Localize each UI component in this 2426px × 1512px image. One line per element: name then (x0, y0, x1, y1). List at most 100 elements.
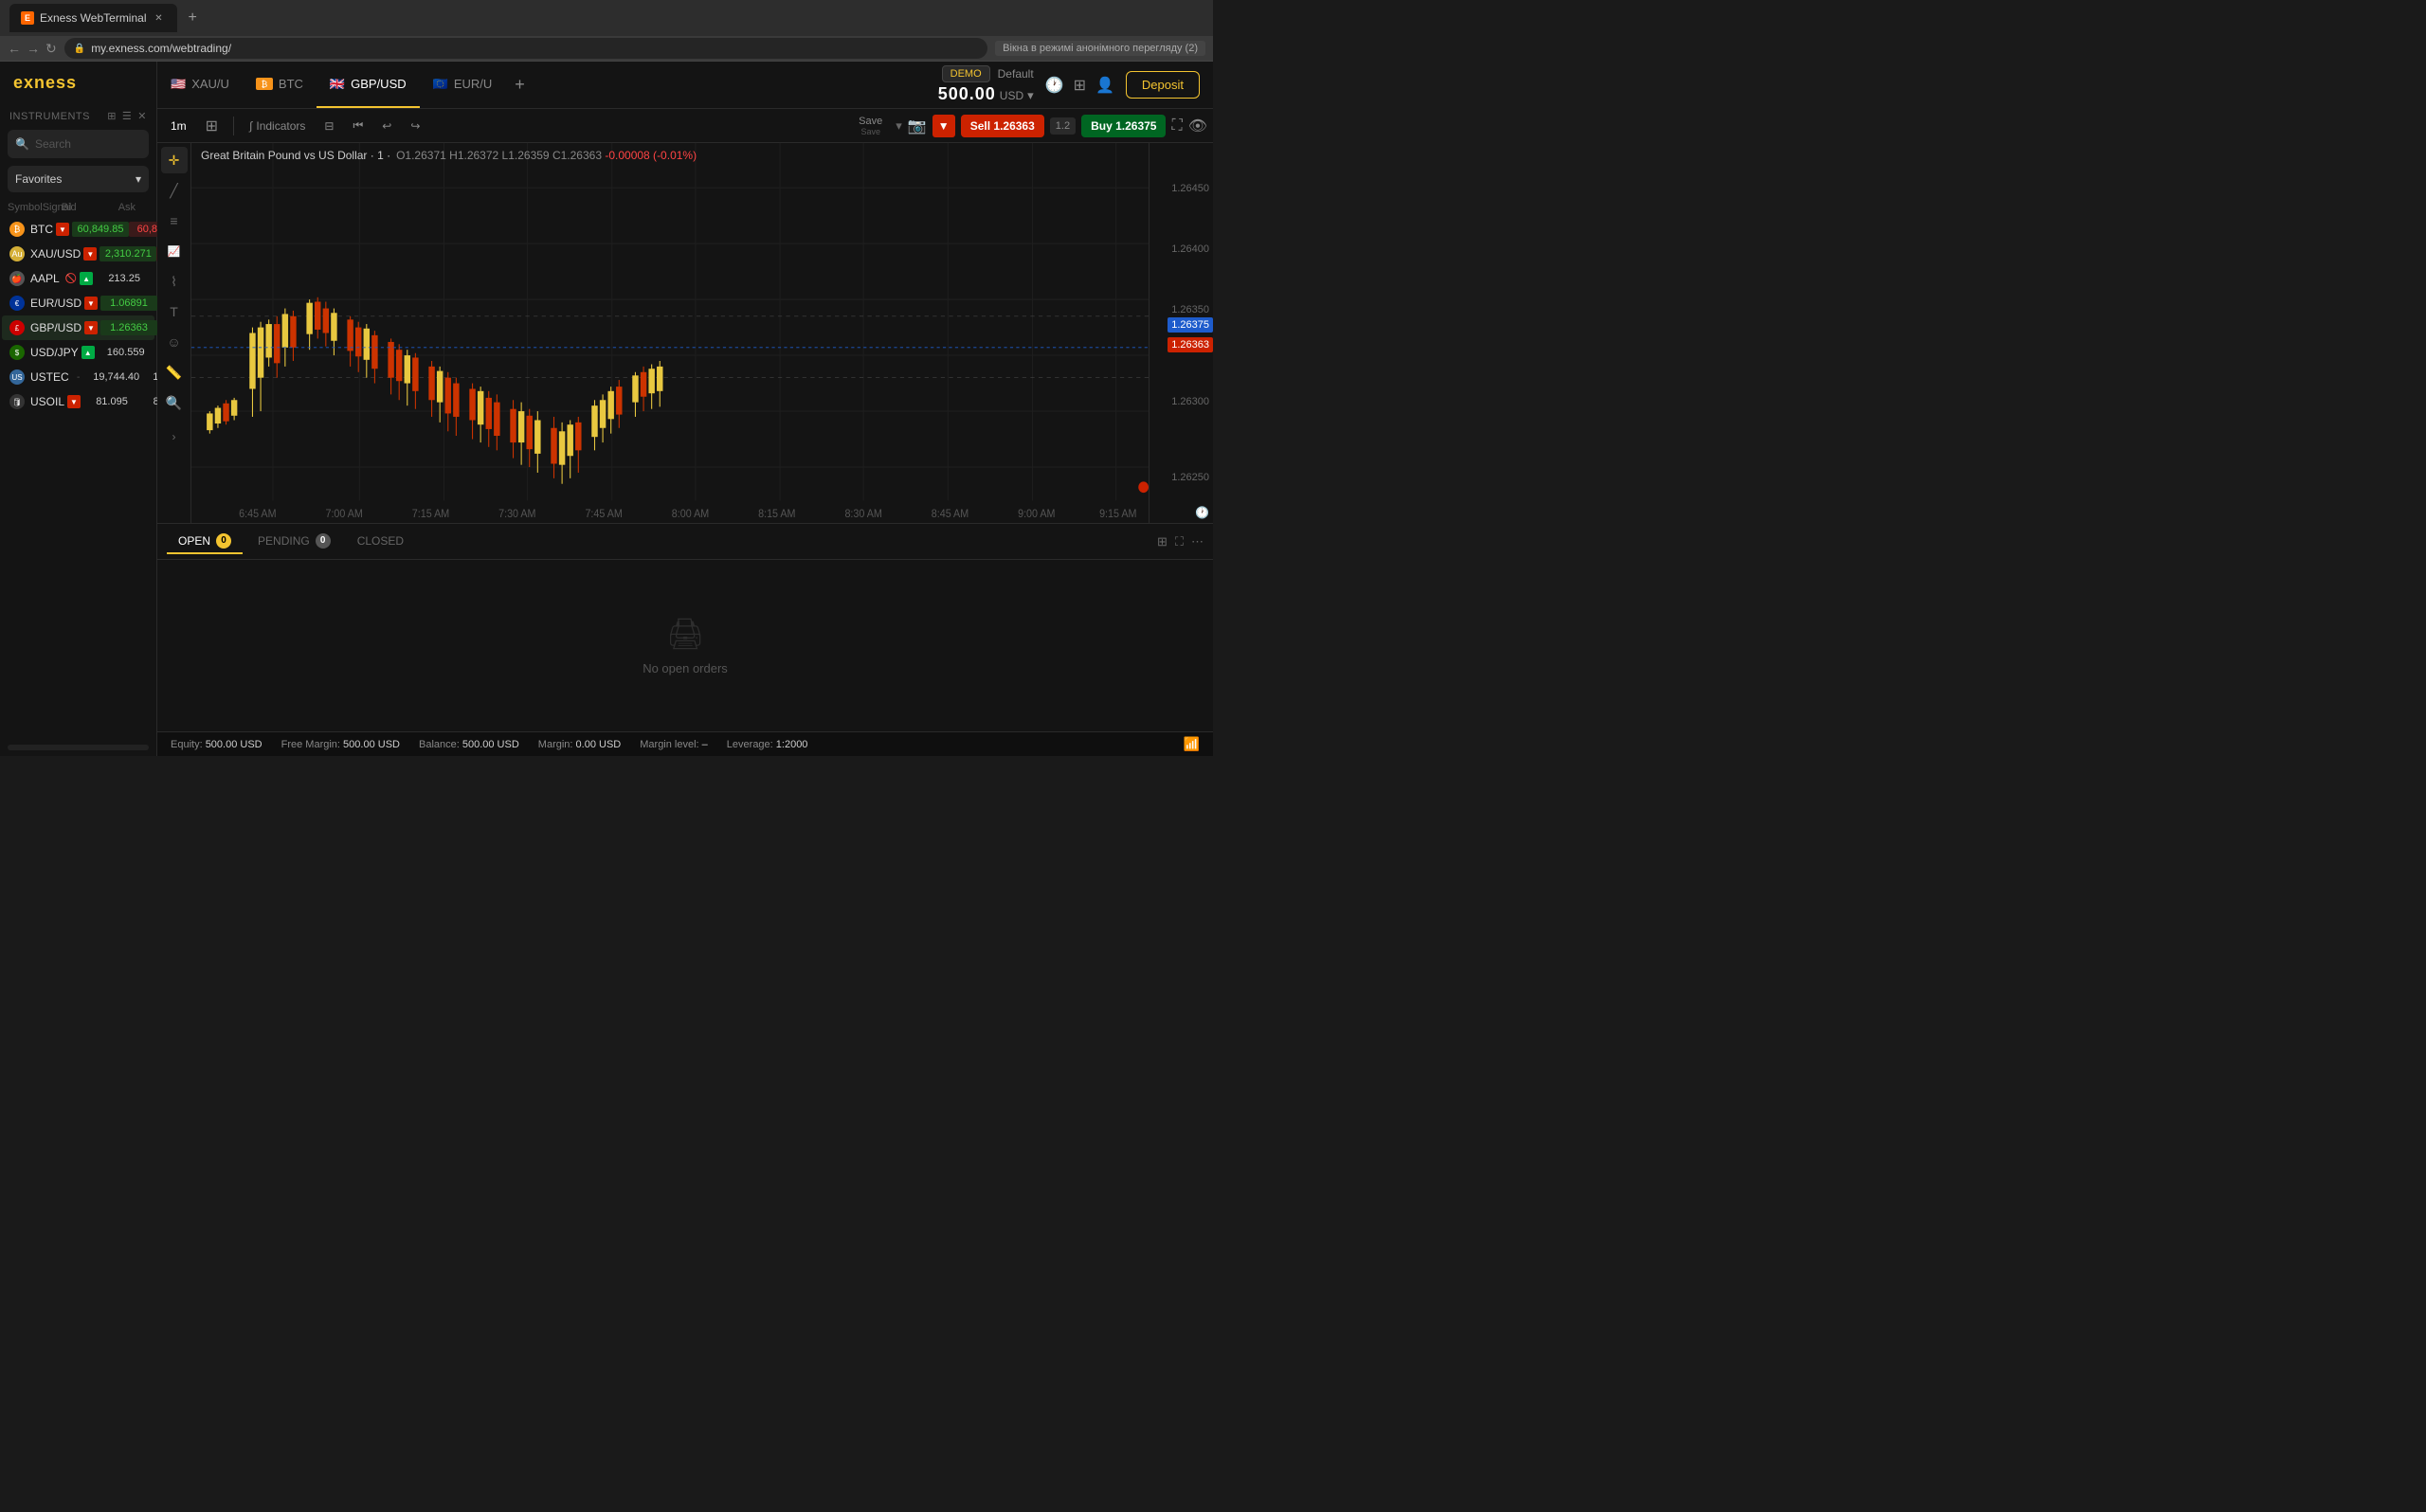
emoji-tool[interactable]: ☺ (161, 329, 188, 355)
high-price: 1.26372 (458, 149, 498, 162)
browser-tab[interactable]: E Exness WebTerminal ✕ (9, 4, 177, 32)
forward-btn[interactable]: → (27, 41, 40, 57)
symbol-usdjpy-label: USD/JPY (30, 346, 79, 359)
wifi-icon: 📶 (1184, 736, 1200, 752)
tab-gbpusd[interactable]: 🇬🇧 GBP/USD (317, 62, 420, 108)
rewind-btn[interactable]: ⏮ (345, 115, 371, 136)
low-price: 1.26359 (508, 149, 549, 162)
instrument-row-ustec[interactable]: US USTEC - 19,744.40 19,750.3 (2, 365, 154, 389)
refresh-btn[interactable]: ↻ (45, 41, 57, 57)
url-input[interactable]: 🔒 my.exness.com/webtrading/ (64, 38, 987, 59)
sell-button[interactable]: Sell 1.26363 (961, 115, 1044, 137)
demo-label: DEMO (950, 68, 982, 80)
grid-account-icon[interactable]: ⊞ (1074, 76, 1086, 95)
toolbar-divider-1 (233, 117, 234, 135)
orders-tabs: OPEN 0 PENDING 0 CLOSED ⊞ ⛶ ⋯ (157, 524, 1213, 560)
main-area: 🇺🇸 XAU/U ₿ BTC 🇬🇧 GBP/USD 🇪🇺 EUR/U + (157, 62, 1213, 756)
tab-label-eurusd: EUR/U (454, 77, 492, 91)
gbp-icon: £ (9, 320, 25, 335)
instrument-row-usoil[interactable]: 🛢 USOIL ▼ 81.095 81.114 (2, 389, 154, 414)
horizontal-lines-tool[interactable]: ≡ (161, 207, 188, 234)
symbol-gbpusd-label: GBP/USD (30, 321, 81, 334)
text-tool[interactable]: T (161, 298, 188, 325)
ruler-tool[interactable]: 📏 (161, 359, 188, 386)
instrument-row-aapl[interactable]: 🍎 AAPL 🚫 ▲ 213.25 213.34 (2, 266, 154, 291)
close-instruments-icon[interactable]: ✕ (137, 110, 147, 122)
usd-icon: $ (9, 345, 25, 360)
toolbar-right: Save Save ▾ 📷 ▼ Sell 1.26363 1.2 Buy 1.2… (851, 114, 1207, 138)
signal-down-icon: ▼ (83, 247, 97, 261)
save-btn[interactable]: Save Save (851, 114, 890, 138)
new-tab-btn[interactable]: + (185, 9, 201, 27)
instrument-row-btc[interactable]: ₿ BTC ▼ 60,849.85 60,886.1 (2, 217, 154, 242)
redo-btn[interactable]: ↪ (403, 116, 427, 136)
add-symbol-btn[interactable]: + (505, 62, 534, 108)
chart-type-btn[interactable]: ⊟ (317, 116, 341, 136)
dropdown-save-icon[interactable]: ▾ (896, 118, 902, 134)
price-label-current: 1.26375 (1168, 317, 1213, 333)
svg-text:9:00 AM: 9:00 AM (1018, 509, 1055, 521)
back-btn[interactable]: ← (8, 41, 21, 57)
user-icon[interactable]: 👤 (1095, 76, 1114, 95)
orders-layout-icon[interactable]: ⊞ (1157, 534, 1168, 549)
instrument-row-usdjpy[interactable]: $ USD/JPY ▲ 160.559 160.570 (2, 340, 154, 365)
bid-usoil: 81.095 (83, 396, 140, 407)
tab-closed-orders[interactable]: CLOSED (346, 531, 415, 553)
orders-more-icon[interactable]: ⋯ (1191, 534, 1204, 549)
search-input[interactable]: 🔍 Search (8, 130, 149, 158)
symbol-usoil: 🛢 USOIL (9, 394, 64, 409)
down-price-btn[interactable]: ▼ (932, 115, 955, 137)
instrument-row-xauusd[interactable]: Au XAU/USD ▼ 2,310.271 2,310.47 (2, 242, 154, 266)
tab-eurusd[interactable]: 🇪🇺 EUR/U (420, 62, 506, 108)
address-bar: ← → ↻ 🔒 my.exness.com/webtrading/ Вікна … (0, 36, 1213, 62)
symbol-eurusd: € EUR/USD (9, 296, 81, 311)
balance-item: Balance: 500.00 USD (419, 739, 519, 750)
chart-area: ✛ ╱ ≡ 📈 ⌇ T ☺ 📏 🔍 › Great Britain Pound … (157, 143, 1213, 523)
undo-btn[interactable]: ↩ (374, 116, 399, 136)
chevron-down-icon: ▾ (136, 172, 141, 186)
top-bar: 🇺🇸 XAU/U ₿ BTC 🇬🇧 GBP/USD 🇪🇺 EUR/U + (157, 62, 1213, 109)
cursor-tool[interactable]: ✛ (161, 147, 188, 173)
instrument-row-gbpusd[interactable]: £ GBP/USD ▼ 1.26363 1.26375 (2, 315, 154, 340)
settings-expand[interactable]: › (161, 423, 188, 450)
timeframe-btn[interactable]: 1m (163, 116, 194, 136)
price-level-mid: 1.26350 (1171, 304, 1209, 315)
incognito-badge: Вікна в режимі анонімного перегляду (2) (995, 41, 1205, 56)
equity-item: Equity: 500.00 USD (171, 739, 263, 750)
bid-usdjpy: 160.559 (98, 347, 154, 358)
clock-icon[interactable]: 🕐 (1045, 76, 1064, 95)
fullscreen-icon[interactable]: ⛶ (1171, 117, 1182, 135)
buy-button[interactable]: Buy 1.26375 (1081, 115, 1166, 137)
account-name: Default (998, 67, 1034, 81)
grid-icon[interactable]: ⊞ (107, 110, 117, 122)
deposit-button[interactable]: Deposit (1126, 71, 1200, 99)
trend-tool[interactable]: 📈 (161, 238, 188, 264)
list-icon[interactable]: ☰ (122, 110, 132, 122)
tab-open-orders[interactable]: OPEN 0 (167, 530, 243, 554)
zoom-tool[interactable]: 🔍 (161, 389, 188, 416)
leverage-display: 1.2 (1050, 117, 1076, 135)
close-price: 1.26363 (561, 149, 602, 162)
line-tool[interactable]: ╱ (161, 177, 188, 204)
svg-text:7:30 AM: 7:30 AM (498, 509, 535, 521)
tab-xauusd[interactable]: 🇺🇸 XAU/U (157, 62, 243, 108)
favorites-dropdown[interactable]: Favorites ▾ (8, 166, 149, 192)
table-header: Symbol Signal Bid Ask (0, 198, 156, 217)
balance-arrow[interactable]: ▾ (1027, 88, 1034, 103)
margin-level-value: – (702, 739, 708, 750)
balance-amount: 500.00 (938, 84, 996, 104)
instruments-label: INSTRUMENTS (9, 111, 90, 122)
orders-expand-icon[interactable]: ⛶ (1175, 534, 1184, 549)
tab-btc[interactable]: ₿ BTC (243, 62, 317, 108)
tab-close-btn[interactable]: ✕ (153, 11, 166, 25)
tab-pending-orders[interactable]: PENDING 0 (246, 530, 342, 554)
indicators-btn[interactable]: ∫ Indicators (242, 116, 313, 136)
timeframe-selector[interactable]: ⊞ (198, 113, 226, 139)
eye-icon[interactable]: 👁 (1188, 117, 1207, 135)
fibonacci-tool[interactable]: ⌇ (161, 268, 188, 295)
save-label: Save (859, 116, 882, 127)
screenshot-icon[interactable]: 📷 (908, 117, 927, 135)
price-level-midhigh: 1.26400 (1171, 243, 1209, 255)
open-price: 1.26371 (405, 149, 445, 162)
instrument-row-eurusd[interactable]: € EUR/USD ▼ 1.06891 1.06901 (2, 291, 154, 315)
